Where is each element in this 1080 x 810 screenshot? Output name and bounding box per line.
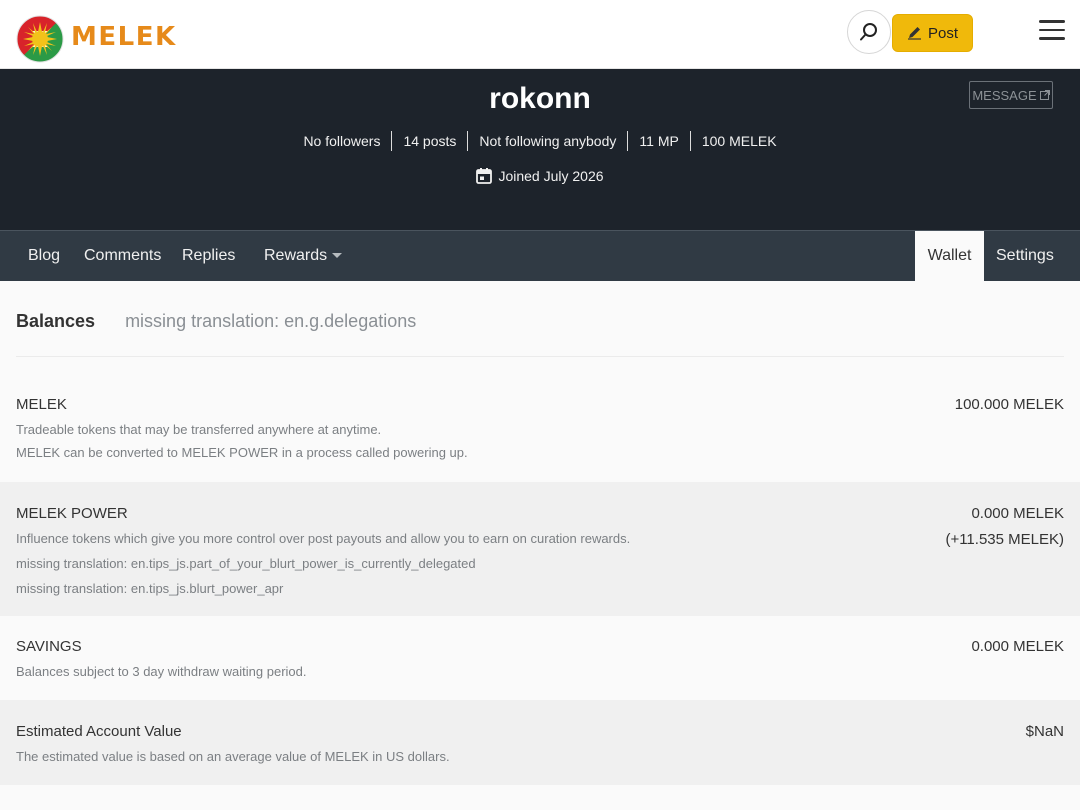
balance-value[interactable]: 0.000 MELEK — [971, 638, 1064, 655]
subtab-balances[interactable]: Balances — [16, 311, 95, 332]
search-button[interactable] — [847, 10, 891, 54]
brand-name[interactable]: MELEK — [71, 22, 177, 52]
balance-description: Influence tokens which give you more con… — [16, 531, 631, 546]
profile-tabbar: Blog Comments Replies Rewards Wallet Set… — [0, 230, 1080, 281]
balance-title: MELEK — [16, 396, 67, 413]
tab-replies[interactable]: Replies — [182, 231, 235, 281]
balance-description: MELEK can be converted to MELEK POWER in… — [16, 445, 468, 460]
joined-date: Joined July 2026 — [0, 167, 1080, 184]
message-button[interactable]: MESSAGE — [969, 81, 1053, 109]
balance-value[interactable]: 0.000 MELEK — [971, 505, 1064, 522]
post-button[interactable]: Post — [892, 14, 973, 52]
hamburger-menu-icon[interactable] — [1039, 20, 1065, 44]
profile-stats: No followers 14 posts Not following anyb… — [0, 131, 1080, 151]
wallet-subtabs: Balances missing translation: en.g.deleg… — [16, 311, 416, 332]
posts-count: 14 posts — [392, 131, 469, 151]
tab-blog[interactable]: Blog — [28, 231, 60, 281]
profile-username: rokonn — [489, 82, 591, 115]
delegated-balance-value: (+11.535 MELEK) — [945, 531, 1064, 548]
profile-banner: rokonn MESSAGE No followers 14 posts Not… — [0, 69, 1080, 230]
wallet-content: Balances missing translation: en.g.deleg… — [0, 281, 1080, 810]
tab-rewards[interactable]: Rewards — [264, 231, 343, 281]
subtab-delegations[interactable]: missing translation: en.g.delegations — [125, 311, 416, 332]
search-icon — [860, 23, 877, 41]
balance-description: The estimated value is based on an avera… — [16, 749, 450, 764]
caret-down-icon — [332, 253, 343, 259]
top-header: MELEK Post — [0, 0, 1080, 69]
tab-settings[interactable]: Settings — [996, 231, 1054, 281]
pencil-icon — [907, 27, 921, 40]
balance-description: Balances subject to 3 day withdraw waiti… — [16, 664, 307, 679]
balance-row-melek: MELEK Tradeable tokens that may be trans… — [0, 378, 1080, 482]
following-count[interactable]: Not following anybody — [468, 131, 629, 151]
balance-title: MELEK POWER — [16, 505, 128, 522]
calendar-icon — [476, 168, 493, 184]
tab-comments[interactable]: Comments — [84, 231, 161, 281]
balance-description: missing translation: en.tips_js.part_of_… — [16, 556, 476, 571]
divider — [16, 356, 1064, 357]
balance-row-savings: SAVINGS Balances subject to 3 day withdr… — [0, 616, 1080, 700]
tab-wallet[interactable]: Wallet — [915, 231, 984, 281]
balance-value: $NaN — [1025, 723, 1064, 740]
message-button-label: MESSAGE — [972, 87, 1037, 103]
logo-icon[interactable] — [16, 15, 64, 63]
melek-balance-stat: 100 MELEK — [701, 133, 777, 149]
balance-row-estimated-value: Estimated Account Value The estimated va… — [0, 700, 1080, 785]
balance-title: Estimated Account Value — [16, 723, 182, 740]
balance-description: missing translation: en.tips_js.blurt_po… — [16, 581, 284, 596]
balance-row-melek-power: MELEK POWER Influence tokens which give … — [0, 482, 1080, 616]
joined-date-text: Joined July 2026 — [498, 167, 604, 184]
external-link-icon — [1039, 90, 1050, 100]
followers-count[interactable]: No followers — [292, 131, 393, 151]
tab-rewards-label: Rewards — [264, 247, 328, 264]
balance-description: Tradeable tokens that may be transferred… — [16, 422, 382, 437]
balance-value[interactable]: 100.000 MELEK — [955, 396, 1064, 413]
mp-stat: 11 MP — [628, 131, 691, 151]
balance-title: SAVINGS — [16, 638, 82, 655]
post-button-label: Post — [927, 24, 958, 42]
